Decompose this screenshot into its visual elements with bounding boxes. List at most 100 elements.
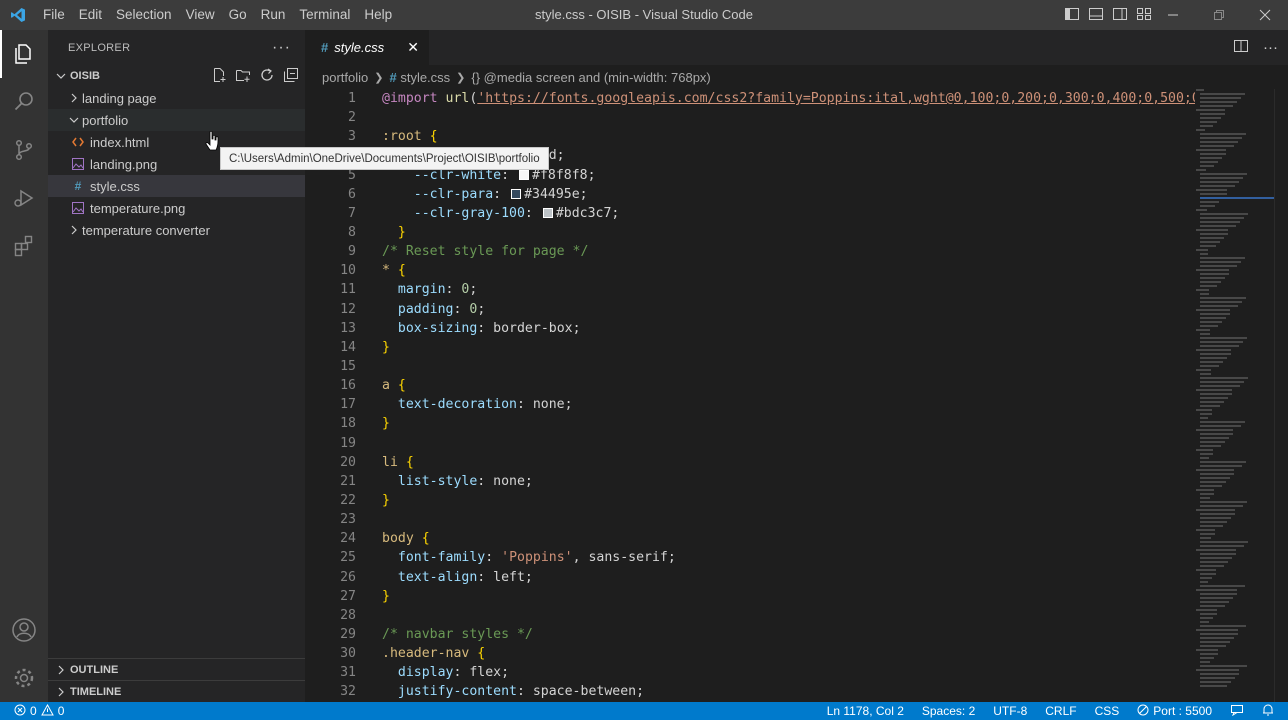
menu-edit[interactable]: Edit — [72, 0, 109, 30]
code-line[interactable]: 26 text-align: left; — [305, 568, 1195, 587]
menu-help[interactable]: Help — [357, 0, 399, 30]
timeline-section-header[interactable]: TIMELINE — [48, 680, 305, 702]
tree-folder-portfolio[interactable]: portfolio — [48, 109, 305, 131]
tree-folder-temperature-converter[interactable]: temperature converter — [48, 219, 305, 241]
feedback-icon[interactable] — [1230, 704, 1244, 719]
extensions-icon[interactable] — [0, 222, 48, 270]
collapse-all-icon[interactable] — [283, 67, 299, 86]
color-swatch[interactable] — [511, 188, 522, 199]
minimap-line — [1196, 209, 1207, 211]
refresh-icon[interactable] — [259, 67, 275, 86]
code-line[interactable]: 3:root { — [305, 127, 1195, 146]
breadcrumb-file[interactable]: # style.css — [389, 70, 450, 85]
run-debug-icon[interactable] — [0, 174, 48, 222]
minimap-line — [1196, 309, 1230, 311]
code-line[interactable]: 20 li { — [305, 453, 1195, 472]
breadcrumb-symbol[interactable]: {} @media screen and (min-width: 768px) — [471, 70, 710, 85]
indentation[interactable]: Spaces: 2 — [922, 704, 975, 718]
close-window-icon[interactable] — [1242, 0, 1288, 30]
file-encoding[interactable]: UTF-8 — [993, 704, 1027, 718]
minimap-line — [1200, 685, 1227, 687]
minimize-icon[interactable] — [1150, 0, 1196, 30]
more-actions-icon[interactable]: ··· — [272, 39, 291, 57]
code-token: { — [397, 378, 406, 394]
minimap-line — [1200, 341, 1243, 343]
accounts-icon[interactable] — [0, 606, 48, 654]
menu-file[interactable]: File — [36, 0, 72, 30]
restore-icon[interactable] — [1196, 0, 1242, 30]
language-mode[interactable]: CSS — [1095, 704, 1120, 718]
cursor-position[interactable]: Ln 1178, Col 2 — [827, 704, 904, 718]
toggle-secondary-sidebar-icon[interactable] — [1112, 6, 1128, 25]
code-line[interactable]: 10 * { — [305, 261, 1195, 280]
code-line[interactable]: 25 font-family: 'Poppins', sans-serif; — [305, 548, 1195, 567]
code-line[interactable]: 19 — [305, 434, 1195, 453]
code-editor[interactable]: 1 @import url('https://fonts.googleapis.c… — [305, 89, 1195, 702]
menu-terminal[interactable]: Terminal — [292, 0, 357, 30]
notifications-bell-icon[interactable] — [1262, 703, 1274, 719]
breadcrumb-folder[interactable]: portfolio — [322, 70, 368, 85]
menu-go[interactable]: Go — [222, 0, 254, 30]
code-line[interactable]: 23 — [305, 510, 1195, 529]
workspace-folder-header[interactable]: OISIB — [48, 65, 305, 87]
code-line[interactable]: 22} — [305, 491, 1195, 510]
code-line[interactable]: 28 — [305, 606, 1195, 625]
toggle-primary-sidebar-icon[interactable] — [1064, 6, 1080, 25]
manage-gear-icon[interactable] — [0, 654, 48, 702]
menu-selection[interactable]: Selection — [109, 0, 179, 30]
end-of-line[interactable]: CRLF — [1045, 704, 1076, 718]
code-line[interactable]: 30 .header-nav { — [305, 644, 1195, 663]
more-actions-icon[interactable]: ··· — [1263, 39, 1278, 56]
new-file-icon[interactable] — [211, 67, 227, 86]
code-line[interactable]: 15 — [305, 357, 1195, 376]
code-line[interactable]: 11 margin: 0; — [305, 280, 1195, 299]
minimap-line — [1196, 449, 1213, 451]
tab-style-css[interactable]: # style.css ✕ — [305, 30, 429, 65]
split-editor-icon[interactable] — [1233, 38, 1249, 57]
code-line[interactable]: 9 /* Reset style for page */ — [305, 242, 1195, 261]
outline-section-header[interactable]: OUTLINE — [48, 658, 305, 680]
problems-indicator[interactable]: 0 0 — [0, 703, 64, 719]
line-content — [356, 510, 382, 529]
color-swatch[interactable] — [542, 207, 553, 218]
code-line[interactable]: 6 --clr-para: #34495e; — [305, 185, 1195, 204]
code-line[interactable]: 8 } — [305, 223, 1195, 242]
source-control-icon[interactable] — [0, 126, 48, 174]
live-server-port[interactable]: Port : 5500 — [1137, 704, 1212, 719]
code-line[interactable]: 29 /* navbar styles */ — [305, 625, 1195, 644]
menu-run[interactable]: Run — [254, 0, 293, 30]
tree-folder-landing-page[interactable]: landing page — [48, 87, 305, 109]
tree-file-style-css[interactable]: # style.css — [48, 175, 305, 197]
new-folder-icon[interactable] — [235, 67, 251, 86]
code-line[interactable]: 12 padding: 0; — [305, 300, 1195, 319]
code-line[interactable]: 16 a { — [305, 376, 1195, 395]
search-icon[interactable] — [0, 78, 48, 126]
code-token: li — [382, 454, 398, 470]
code-line[interactable]: 31 display: flex; — [305, 663, 1195, 682]
code-line[interactable]: 13 box-sizing: border-box; — [305, 319, 1195, 338]
minimap-line — [1200, 117, 1221, 119]
code-line[interactable]: 2 — [305, 108, 1195, 127]
code-line[interactable]: 32 justify-content: space-between; — [305, 682, 1195, 701]
minimap-line — [1200, 637, 1234, 639]
minimap[interactable] — [1196, 89, 1274, 702]
color-swatch[interactable] — [519, 169, 529, 180]
code-line[interactable]: 17 text-decoration: none; — [305, 395, 1195, 414]
close-tab-icon[interactable]: ✕ — [407, 39, 419, 56]
tree-file-temperature-png[interactable]: temperature.png — [48, 197, 305, 219]
toggle-panel-icon[interactable] — [1088, 6, 1104, 25]
code-line[interactable]: 27} — [305, 587, 1195, 606]
minimap-line — [1200, 337, 1247, 339]
explorer-icon[interactable] — [0, 30, 48, 78]
code-line[interactable]: 1 @import url('https://fonts.googleapis.c… — [305, 89, 1195, 108]
code-token: { — [405, 454, 414, 470]
code-line[interactable]: 14} — [305, 338, 1195, 357]
menu-view[interactable]: View — [179, 0, 222, 30]
vertical-scrollbar[interactable] — [1274, 89, 1288, 702]
code-line[interactable]: 24 body { — [305, 529, 1195, 548]
code-line[interactable]: 7 --clr-gray-100: #bdc3c7; — [305, 204, 1195, 223]
code-line[interactable]: 18} — [305, 414, 1195, 433]
code-line[interactable]: 21 list-style: none; — [305, 472, 1195, 491]
